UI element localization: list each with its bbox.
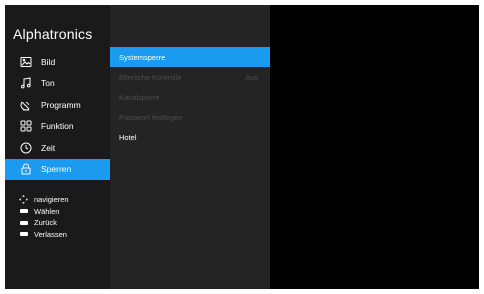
menu-item-label: Bild	[41, 56, 56, 67]
hint-navigate: navigieren	[19, 194, 69, 206]
submenu-item-kanalsperre: Kanalsperre	[110, 87, 270, 107]
menu-item-label: Zeit	[41, 142, 56, 153]
lock-icon	[20, 163, 32, 175]
satellite-dish-icon	[20, 99, 32, 111]
back-key-icon	[19, 218, 28, 227]
hint-label: Wählen	[34, 206, 60, 216]
hint-exit: Verlassen	[19, 229, 69, 241]
menu-item-funktion[interactable]: Funktion	[5, 116, 110, 138]
dpad-icon	[19, 195, 28, 205]
lock-submenu: Systemsperre Elterliche Kontrolle Aus Ka…	[110, 47, 270, 147]
menu-item-ton[interactable]: Ton	[5, 73, 110, 95]
submenu-item-label: Kanalsperre	[119, 92, 160, 102]
clock-icon	[20, 142, 32, 154]
menu-item-sperren[interactable]: Sperren	[5, 158, 110, 180]
main-menu: Bild Ton Programm Funktion Zeit Sperren	[5, 51, 110, 180]
hint-back: Zurück	[19, 217, 69, 229]
brand-title: Alphatronics	[13, 26, 93, 42]
hint-label: navigieren	[34, 195, 69, 205]
submenu-item-hotel[interactable]: Hotel	[110, 127, 270, 147]
music-note-icon	[20, 77, 32, 89]
menu-item-bild[interactable]: Bild	[5, 51, 110, 73]
menu-item-programm[interactable]: Programm	[5, 94, 110, 116]
hint-label: Verlassen	[34, 229, 67, 239]
submenu-item-value: Aus	[245, 72, 258, 82]
picture-icon	[20, 56, 32, 68]
submenu-item-elterliche-kontrolle: Elterliche Kontrolle Aus	[110, 67, 270, 87]
submenu-item-label: Hotel	[119, 132, 137, 142]
main-menu-panel: Alphatronics Bild Ton Programm Funktion …	[5, 5, 110, 289]
menu-item-label: Programm	[41, 99, 81, 110]
submenu-item-label: Systemsperre	[119, 52, 166, 62]
ok-key-icon	[19, 207, 28, 216]
menu-item-label: Ton	[41, 78, 55, 89]
tv-screen: Alphatronics Bild Ton Programm Funktion …	[5, 5, 479, 289]
submenu-item-systemsperre[interactable]: Systemsperre	[110, 47, 270, 67]
menu-item-label: Sperren	[41, 164, 72, 175]
submenu-item-passwort-festlegen: Passwort festlegen	[110, 107, 270, 127]
hint-select: Wählen	[19, 206, 69, 218]
remote-hints: navigieren Wählen Zurück Verlassen	[19, 194, 69, 240]
submenu-item-label: Passwort festlegen	[119, 112, 183, 122]
hint-label: Zurück	[34, 218, 57, 228]
submenu-panel: Systemsperre Elterliche Kontrolle Aus Ka…	[110, 5, 270, 289]
grid-icon	[20, 120, 32, 132]
menu-item-zeit[interactable]: Zeit	[5, 137, 110, 159]
exit-key-icon	[19, 230, 28, 239]
submenu-item-label: Elterliche Kontrolle	[119, 72, 182, 82]
menu-item-label: Funktion	[41, 121, 74, 132]
